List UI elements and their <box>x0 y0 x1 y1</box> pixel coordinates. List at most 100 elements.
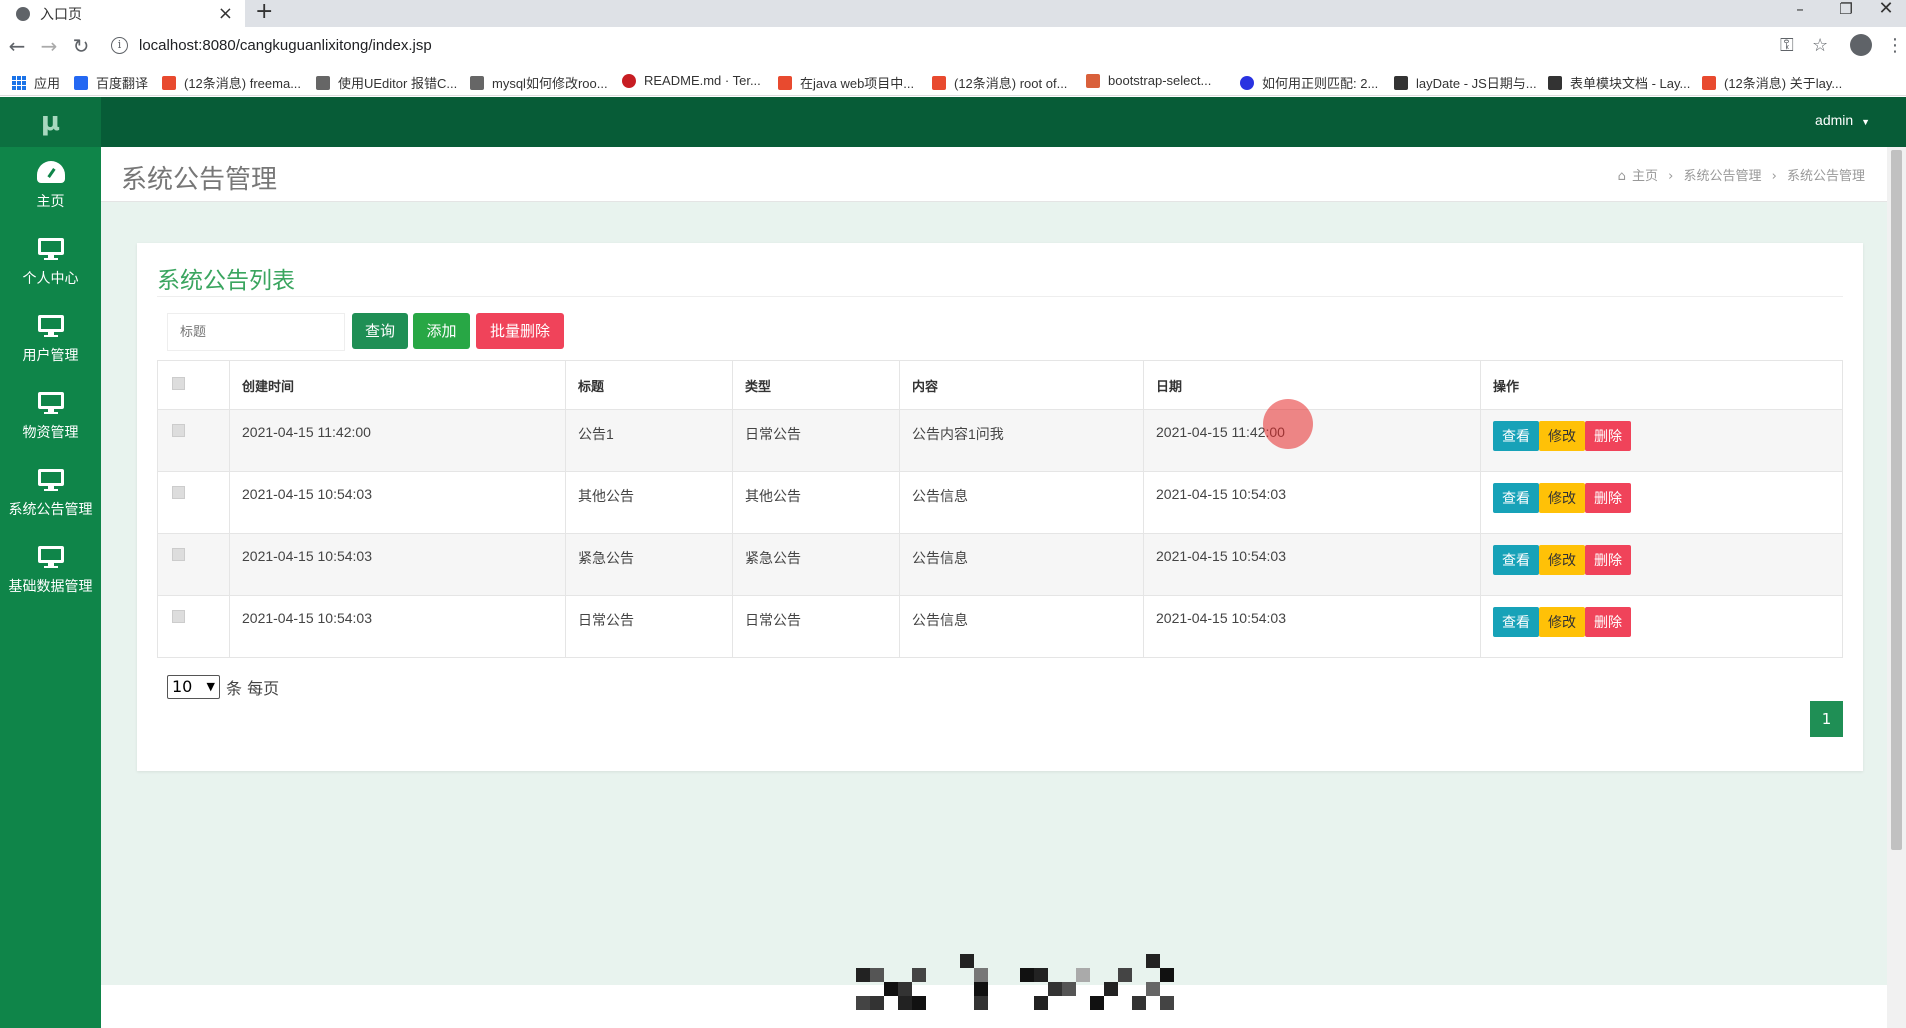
bookmark-favicon <box>162 75 176 90</box>
delete-button[interactable]: 删除 <box>1585 545 1631 575</box>
column-header[interactable]: 日期 <box>1143 360 1481 410</box>
minimize-icon[interactable]: – <box>1780 0 1820 27</box>
back-icon[interactable]: ← <box>6 35 28 57</box>
title-search-input[interactable] <box>167 313 345 351</box>
bookmark-label: mysql如何修改roo... <box>492 76 608 91</box>
breadcrumb-home[interactable]: 主页 <box>1632 169 1658 184</box>
breadcrumb-item[interactable]: 系统公告管理 <box>1683 169 1761 184</box>
bookmark-favicon <box>778 75 792 90</box>
sidebar-item-users[interactable]: 用户管理 <box>0 301 101 378</box>
cell-created: 2021-04-15 10:54:03 <box>229 533 566 596</box>
bookmark-item[interactable]: layDate - JS日期与... <box>1394 73 1537 92</box>
bookmark-favicon <box>622 73 636 88</box>
bookmark-item[interactable]: (12条消息) root of... <box>932 73 1067 92</box>
delete-button[interactable]: 删除 <box>1585 421 1631 451</box>
monitor-icon <box>37 315 64 337</box>
table-row: 2021-04-15 10:54:03 日常公告 日常公告 公告信息 2021-… <box>157 595 1843 658</box>
edit-button[interactable]: 修改 <box>1539 421 1585 451</box>
scrollbar-thumb[interactable] <box>1891 150 1902 850</box>
new-tab-icon[interactable]: + <box>255 0 273 24</box>
forward-icon[interactable]: → <box>38 35 60 57</box>
edit-button[interactable]: 修改 <box>1539 483 1585 513</box>
close-tab-icon[interactable]: × <box>218 3 233 24</box>
bookmark-item[interactable]: 在java web项目中... <box>778 73 914 92</box>
cell-content: 公告信息 <box>899 533 1144 596</box>
cell-type: 日常公告 <box>732 595 900 658</box>
delete-button[interactable]: 删除 <box>1585 483 1631 513</box>
bookmark-item[interactable]: (12条消息) freema... <box>162 73 301 92</box>
cursor-highlight <box>1263 399 1313 449</box>
page-size-value: 10 <box>172 677 193 696</box>
bookmark-favicon <box>316 75 330 90</box>
apps-grid-icon <box>12 75 26 90</box>
cell-actions: 查看 修改 删除 <box>1480 595 1843 658</box>
window-close-icon[interactable]: ✕ <box>1866 0 1906 27</box>
row-checkbox[interactable] <box>172 610 185 623</box>
reload-icon[interactable]: ↻ <box>70 35 92 57</box>
bookmark-item[interactable]: README.md · Ter... <box>622 73 761 88</box>
key-icon[interactable]: ⚿ <box>1780 35 1794 56</box>
browser-tab[interactable]: 入口页 × <box>0 0 245 27</box>
sidebar-item-materials[interactable]: 物资管理 <box>0 378 101 455</box>
view-button[interactable]: 查看 <box>1493 607 1539 637</box>
edit-button[interactable]: 修改 <box>1539 607 1585 637</box>
column-header[interactable]: 标题 <box>565 360 733 410</box>
bookmark-item[interactable]: 使用UEditor 报错C... <box>316 73 457 92</box>
tab-title: 入口页 <box>40 6 82 23</box>
restore-icon[interactable]: ❐ <box>1826 0 1866 27</box>
bookmark-apps[interactable]: 应用 <box>12 73 60 92</box>
edit-button[interactable]: 修改 <box>1539 545 1585 575</box>
pagination-page-1[interactable]: 1 <box>1810 701 1843 737</box>
row-checkbox[interactable] <box>172 548 185 561</box>
sidebar-item-profile[interactable]: 个人中心 <box>0 224 101 301</box>
divider <box>157 296 1843 297</box>
row-select-cell <box>157 409 230 472</box>
row-select-cell <box>157 595 230 658</box>
table-row: 2021-04-15 10:54:03 其他公告 其他公告 公告信息 2021-… <box>157 471 1843 534</box>
cell-created: 2021-04-15 10:54:03 <box>229 595 566 658</box>
app-logo[interactable]: μ <box>0 97 101 147</box>
dashboard-icon <box>36 161 65 183</box>
bookmark-item[interactable]: mysql如何修改roo... <box>470 73 608 92</box>
menu-icon[interactable]: ⋮ <box>1886 35 1904 56</box>
bookmark-item[interactable]: (12条消息) 关于lay... <box>1702 73 1842 92</box>
bookmark-item[interactable]: 表单模块文档 - Lay... <box>1548 73 1690 92</box>
breadcrumb-current: 系统公告管理 <box>1786 169 1865 184</box>
bookmark-label: layDate - JS日期与... <box>1416 76 1537 91</box>
bookmark-favicon <box>1702 75 1716 90</box>
bookmark-label: (12条消息) root of... <box>954 76 1068 91</box>
column-header[interactable]: 内容 <box>899 360 1144 410</box>
bookmark-favicon <box>470 75 484 90</box>
monitor-icon <box>37 238 64 260</box>
bookmark-label: README.md · Ter... <box>644 73 761 88</box>
column-header[interactable]: 创建时间 <box>229 360 566 410</box>
site-info-icon[interactable]: i <box>111 37 128 54</box>
add-button[interactable]: 添加 <box>413 313 470 349</box>
bookmark-star-icon[interactable]: ☆ <box>1812 35 1828 56</box>
page-title: 系统公告管理 <box>121 165 278 195</box>
column-header[interactable]: 类型 <box>732 360 900 410</box>
sidebar-item-label: 物资管理 <box>22 425 79 441</box>
page-size-select[interactable]: 10 ▼ <box>167 675 220 699</box>
query-button[interactable]: 查询 <box>352 313 408 349</box>
profile-avatar-icon[interactable] <box>1850 34 1872 56</box>
view-button[interactable]: 查看 <box>1493 483 1539 513</box>
bookmark-item[interactable]: 百度翻译 <box>74 73 148 92</box>
bookmark-favicon <box>1394 75 1408 90</box>
globe-icon <box>16 6 30 21</box>
bookmark-item[interactable]: bootstrap-select... <box>1086 73 1211 88</box>
select-all-checkbox[interactable] <box>172 377 185 390</box>
sidebar-item-basic-data[interactable]: 基础数据管理 <box>0 532 101 609</box>
delete-button[interactable]: 删除 <box>1585 607 1631 637</box>
view-button[interactable]: 查看 <box>1493 545 1539 575</box>
address-bar[interactable]: localhost:8080/cangkuguanlixitong/index.… <box>139 37 432 54</box>
row-checkbox[interactable] <box>172 424 185 437</box>
sidebar-item-home[interactable]: 主页 <box>0 147 101 224</box>
batch-delete-button[interactable]: 批量删除 <box>476 313 564 349</box>
bookmark-item[interactable]: 如何用正则匹配: 2... <box>1240 73 1378 92</box>
user-menu[interactable]: admin ▼ <box>1815 112 1870 128</box>
row-checkbox[interactable] <box>172 486 185 499</box>
view-button[interactable]: 查看 <box>1493 421 1539 451</box>
bookmark-label: (12条消息) 关于lay... <box>1724 76 1843 91</box>
sidebar-item-announcements[interactable]: 系统公告管理 <box>0 455 101 532</box>
